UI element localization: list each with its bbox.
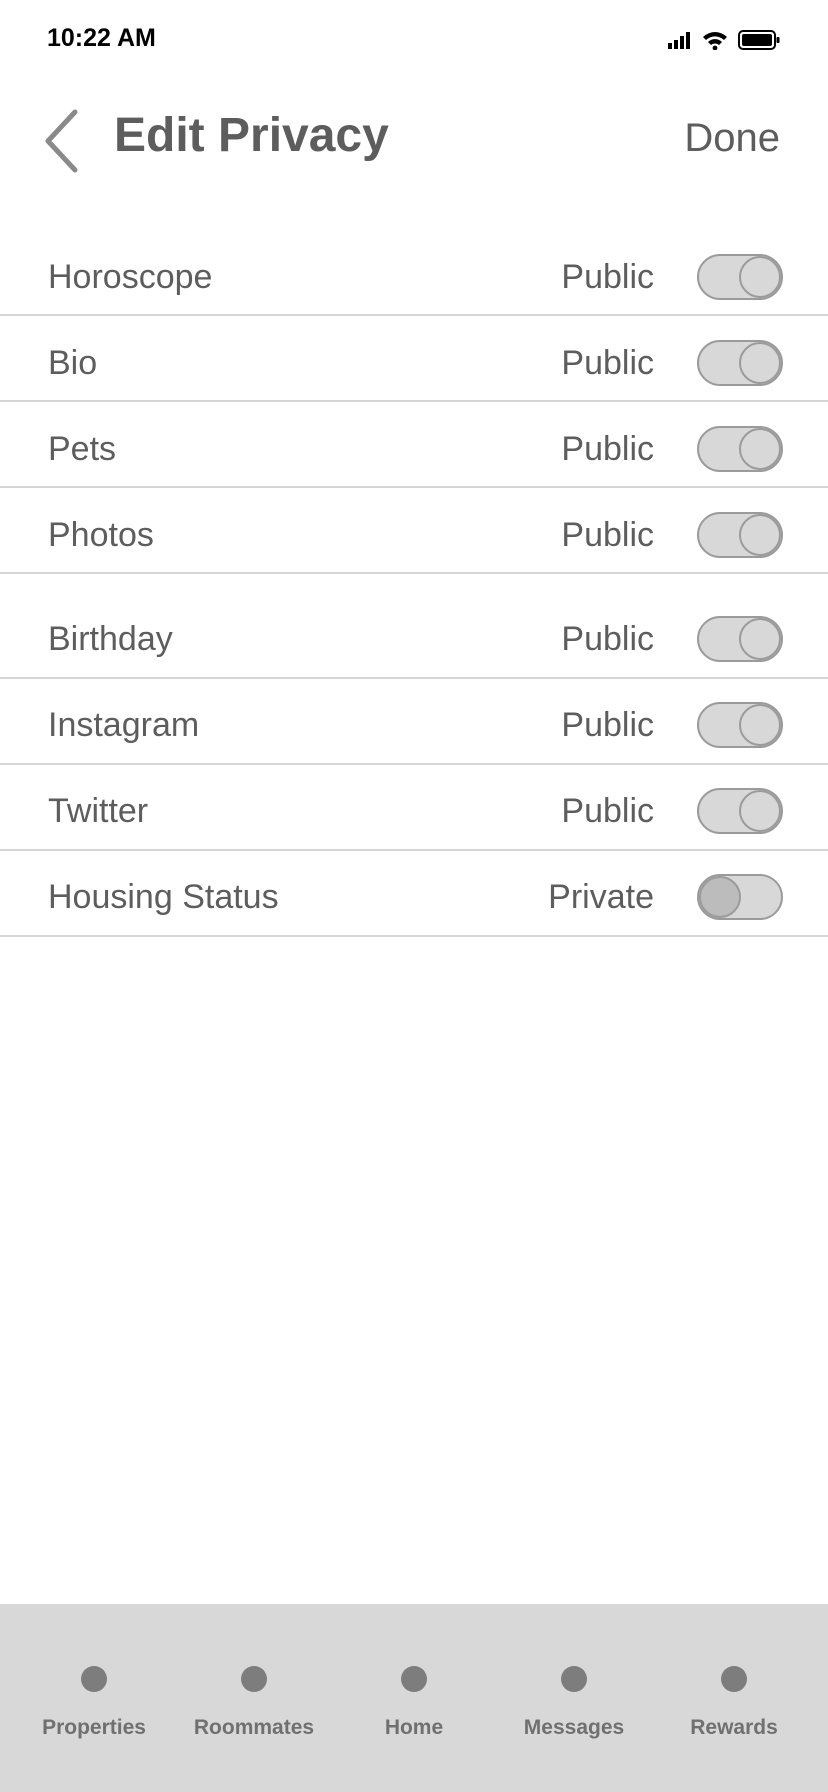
chevron-left-icon <box>45 109 78 173</box>
privacy-row-bio: Bio Public <box>0 320 828 406</box>
toggle-knob <box>739 704 781 746</box>
privacy-row-housing-status: Housing Status Private <box>0 854 828 940</box>
home-icon <box>401 1666 427 1692</box>
nav-header: Edit Privacy Done <box>0 90 828 190</box>
battery-icon <box>738 30 780 50</box>
privacy-toggle-pets[interactable] <box>697 426 783 472</box>
row-label: Twitter <box>48 792 149 830</box>
toggle-knob <box>739 618 781 660</box>
row-label: Instagram <box>48 706 200 744</box>
divider <box>0 677 828 679</box>
row-status: Public <box>561 792 654 830</box>
row-status: Public <box>561 430 654 468</box>
row-label: Birthday <box>48 620 173 658</box>
properties-icon <box>81 1666 107 1692</box>
done-button[interactable]: Done <box>684 116 780 161</box>
roommates-icon <box>241 1666 267 1692</box>
row-label: Photos <box>48 516 154 554</box>
row-status: Public <box>561 258 654 296</box>
divider <box>0 572 828 574</box>
row-label: Horoscope <box>48 258 213 296</box>
tab-messages[interactable]: Messages <box>494 1604 654 1792</box>
edit-privacy-screen: 10:22 AM Edit Privacy Done Horoscope Pub… <box>0 0 828 1792</box>
tab-rewards[interactable]: Rewards <box>654 1604 814 1792</box>
privacy-toggle-birthday[interactable] <box>697 616 783 662</box>
tab-bar: Properties Roommates Home Messages Rewar… <box>0 1604 828 1792</box>
status-bar: 10:22 AM <box>0 0 828 80</box>
page-title: Edit Privacy <box>114 109 389 162</box>
status-icons <box>668 30 780 50</box>
divider <box>0 935 828 937</box>
row-status: Private <box>548 878 654 916</box>
privacy-toggle-twitter[interactable] <box>697 788 783 834</box>
tab-label: Home <box>384 1716 444 1739</box>
divider <box>0 314 828 316</box>
wifi-icon <box>703 32 727 50</box>
tab-label: Properties <box>42 1716 146 1739</box>
divider <box>0 849 828 851</box>
privacy-toggle-bio[interactable] <box>697 340 783 386</box>
row-status: Public <box>561 516 654 554</box>
tab-properties[interactable]: Properties <box>14 1604 174 1792</box>
privacy-toggle-instagram[interactable] <box>697 702 783 748</box>
tab-label: Roommates <box>193 1716 315 1739</box>
toggle-knob <box>739 342 781 384</box>
row-label: Housing Status <box>48 878 279 916</box>
row-label: Pets <box>48 430 117 468</box>
rewards-icon <box>721 1666 747 1692</box>
tab-label: Messages <box>523 1716 625 1739</box>
toggle-knob <box>739 256 781 298</box>
row-status: Public <box>561 620 654 658</box>
tab-label: Rewards <box>690 1716 778 1739</box>
tab-roommates[interactable]: Roommates <box>174 1604 334 1792</box>
privacy-toggle-horoscope[interactable] <box>697 254 783 300</box>
divider <box>0 400 828 402</box>
privacy-toggle-housing-status[interactable] <box>697 874 783 920</box>
privacy-row-birthday: Birthday Public <box>0 596 828 682</box>
status-time: 10:22 AM <box>47 24 156 52</box>
signal-icon <box>668 32 690 49</box>
privacy-toggle-photos[interactable] <box>697 512 783 558</box>
back-button[interactable] <box>40 108 90 174</box>
toggle-knob <box>699 876 741 918</box>
privacy-row-pets: Pets Public <box>0 406 828 492</box>
privacy-row-photos: Photos Public <box>0 492 828 578</box>
privacy-row-twitter: Twitter Public <box>0 768 828 854</box>
toggle-knob <box>739 514 781 556</box>
row-label: Bio <box>48 344 98 382</box>
privacy-row-horoscope: Horoscope Public <box>0 234 828 320</box>
privacy-row-instagram: Instagram Public <box>0 682 828 768</box>
divider <box>0 763 828 765</box>
divider <box>0 486 828 488</box>
messages-icon <box>561 1666 587 1692</box>
row-status: Public <box>561 706 654 744</box>
row-status: Public <box>561 344 654 382</box>
toggle-knob <box>739 428 781 470</box>
toggle-knob <box>739 790 781 832</box>
tab-home[interactable]: Home <box>334 1604 494 1792</box>
